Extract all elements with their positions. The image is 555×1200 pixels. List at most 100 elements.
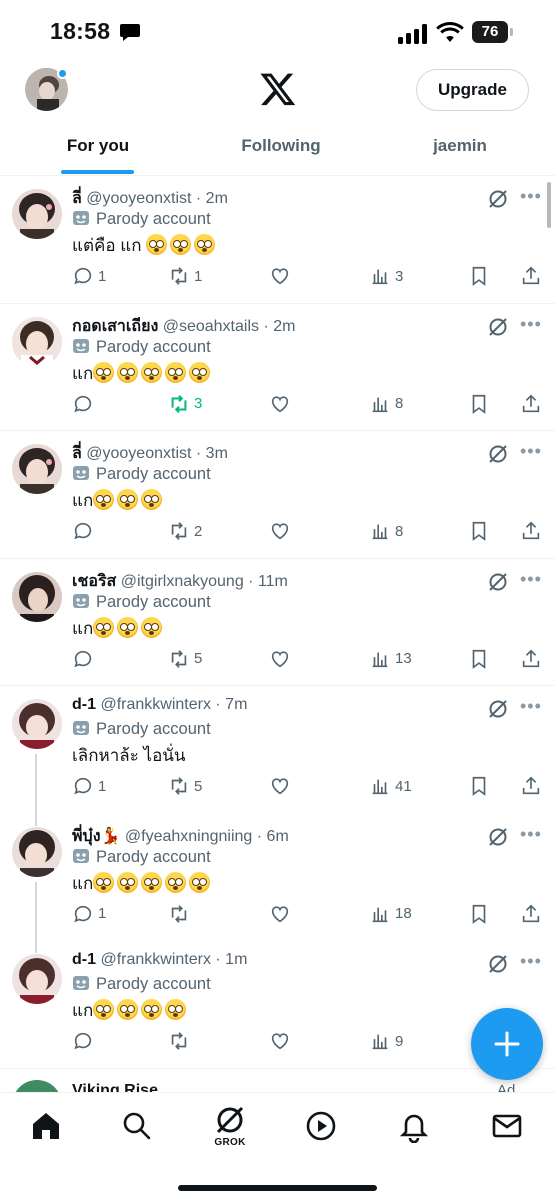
reply-button[interactable]: 1 bbox=[72, 902, 106, 926]
more-options-icon[interactable]: ••• bbox=[520, 824, 542, 845]
compose-post-button[interactable] bbox=[471, 1008, 543, 1080]
nav-search[interactable] bbox=[120, 1109, 154, 1143]
bookmark-button[interactable] bbox=[468, 774, 490, 798]
more-options-icon[interactable]: ••• bbox=[520, 569, 542, 590]
author-avatar[interactable] bbox=[12, 444, 62, 494]
views-button[interactable]: 41 bbox=[369, 774, 412, 798]
post-header: พี่บุ๋ง💃 @fyeahxningniing · 6m bbox=[72, 824, 289, 846]
grok-icon[interactable] bbox=[487, 698, 509, 720]
more-options-icon[interactable]: ••• bbox=[520, 186, 542, 207]
author-name[interactable]: ลี่ bbox=[72, 190, 82, 207]
author-name[interactable]: d-1 bbox=[72, 951, 96, 968]
views-button[interactable]: 9 bbox=[369, 1029, 403, 1053]
views-button[interactable]: 18 bbox=[369, 902, 412, 926]
home-indicator[interactable] bbox=[178, 1185, 377, 1191]
repost-button[interactable]: 1 bbox=[168, 264, 202, 288]
repost-button[interactable]: 3 bbox=[168, 392, 202, 416]
reply-button[interactable] bbox=[72, 392, 98, 416]
author-name[interactable]: เชอริส bbox=[72, 573, 116, 590]
upgrade-button[interactable]: Upgrade bbox=[416, 69, 529, 111]
like-button[interactable] bbox=[269, 1029, 291, 1053]
views-button[interactable]: 3 bbox=[369, 264, 403, 288]
reply-button[interactable] bbox=[72, 1029, 98, 1053]
share-button[interactable] bbox=[520, 392, 542, 416]
nav-grok[interactable] bbox=[213, 1103, 247, 1137]
reply-button[interactable]: 1 bbox=[72, 774, 106, 798]
bookmark-button[interactable] bbox=[468, 264, 490, 288]
tab-jaemin[interactable]: jaemin bbox=[410, 122, 510, 176]
more-options-icon[interactable]: ••• bbox=[520, 951, 542, 972]
author-name[interactable]: พี่บุ๋ง💃 bbox=[72, 828, 120, 845]
post-text: แก bbox=[72, 360, 213, 387]
tweet-post[interactable]: ลี่ @yooyeonxtist · 2m Parody account แต… bbox=[0, 176, 555, 304]
more-options-icon[interactable]: ••• bbox=[520, 314, 542, 335]
share-button[interactable] bbox=[520, 647, 542, 671]
reply-button[interactable] bbox=[72, 519, 98, 543]
like-button[interactable] bbox=[269, 647, 291, 671]
author-avatar[interactable] bbox=[12, 316, 62, 367]
repost-button[interactable]: 5 bbox=[168, 647, 202, 671]
bookmark-button[interactable] bbox=[468, 902, 490, 926]
bookmark-button[interactable] bbox=[468, 392, 490, 416]
author-name[interactable]: กอดเสาเถียง bbox=[72, 318, 158, 335]
tweet-post[interactable]: ลี่ @yooyeonxtist · 3m Parody account แก… bbox=[0, 431, 555, 559]
bookmark-button[interactable] bbox=[468, 647, 490, 671]
author-handle[interactable]: @yooyeonxtist bbox=[86, 445, 191, 462]
author-handle[interactable]: @yooyeonxtist bbox=[86, 190, 191, 207]
author-name[interactable]: d-1 bbox=[72, 696, 96, 713]
tab-for-you[interactable]: For you bbox=[48, 122, 148, 176]
author-handle[interactable]: @frankkwinterx bbox=[100, 951, 211, 968]
views-count: 3 bbox=[395, 267, 404, 285]
like-button[interactable] bbox=[269, 774, 291, 798]
author-avatar[interactable] bbox=[12, 826, 62, 877]
author-avatar[interactable] bbox=[12, 189, 62, 239]
author-handle[interactable]: @itgirlxnakyoung bbox=[121, 573, 244, 590]
repost-button[interactable]: 2 bbox=[168, 519, 202, 543]
share-button[interactable] bbox=[520, 774, 542, 798]
like-button[interactable] bbox=[269, 902, 291, 926]
like-button[interactable] bbox=[269, 519, 291, 543]
author-avatar[interactable] bbox=[12, 699, 62, 749]
nav-video[interactable] bbox=[304, 1109, 338, 1143]
author-avatar[interactable] bbox=[12, 571, 62, 622]
nav-notifications[interactable] bbox=[397, 1109, 431, 1144]
grok-icon[interactable] bbox=[487, 316, 509, 338]
like-button[interactable] bbox=[269, 392, 291, 416]
bookmark-button[interactable] bbox=[468, 519, 490, 543]
tweet-post[interactable]: กอดเสาเถียง @seoahxtails · 2m Parody acc… bbox=[0, 304, 555, 431]
author-avatar[interactable] bbox=[12, 954, 62, 1004]
tweet-post[interactable]: พี่บุ๋ง💃 @fyeahxningniing · 6m Parody ac… bbox=[0, 813, 555, 942]
share-button[interactable] bbox=[520, 264, 542, 288]
flushed-emoji bbox=[93, 999, 115, 1020]
repost-button[interactable] bbox=[168, 902, 194, 926]
author-handle[interactable]: @seoahxtails bbox=[163, 318, 259, 335]
nav-home[interactable] bbox=[29, 1109, 63, 1143]
like-button[interactable] bbox=[269, 264, 291, 288]
reply-button[interactable] bbox=[72, 647, 98, 671]
repost-count: 5 bbox=[194, 777, 203, 795]
more-options-icon[interactable]: ••• bbox=[520, 696, 542, 717]
tweet-post[interactable]: d-1 @frankkwinterx · 7m Parody account เ… bbox=[0, 686, 555, 814]
author-name[interactable]: ลี่ bbox=[72, 445, 82, 462]
share-button[interactable] bbox=[520, 519, 542, 543]
grok-icon[interactable] bbox=[487, 953, 509, 975]
nav-messages[interactable] bbox=[490, 1109, 524, 1143]
views-button[interactable]: 8 bbox=[369, 519, 403, 543]
repost-button[interactable]: 5 bbox=[168, 774, 202, 798]
tab-following[interactable]: Following bbox=[226, 122, 336, 176]
grok-icon[interactable] bbox=[487, 443, 509, 465]
more-options-icon[interactable]: ••• bbox=[520, 441, 542, 462]
share-button[interactable] bbox=[520, 902, 542, 926]
grok-icon[interactable] bbox=[487, 826, 509, 848]
views-button[interactable]: 13 bbox=[369, 647, 412, 671]
repost-button[interactable] bbox=[168, 1029, 194, 1053]
grok-icon[interactable] bbox=[487, 571, 509, 593]
reply-button[interactable]: 1 bbox=[72, 264, 106, 288]
grok-icon[interactable] bbox=[487, 188, 509, 210]
tweet-post[interactable]: เชอริส @itgirlxnakyoung · 11m Parody acc… bbox=[0, 559, 555, 686]
views-button[interactable]: 8 bbox=[369, 392, 403, 416]
author-handle[interactable]: @frankkwinterx bbox=[100, 696, 211, 713]
author-handle[interactable]: @fyeahxningniing bbox=[125, 828, 252, 845]
bookmark-icon bbox=[472, 776, 486, 796]
heart-icon bbox=[271, 268, 289, 285]
